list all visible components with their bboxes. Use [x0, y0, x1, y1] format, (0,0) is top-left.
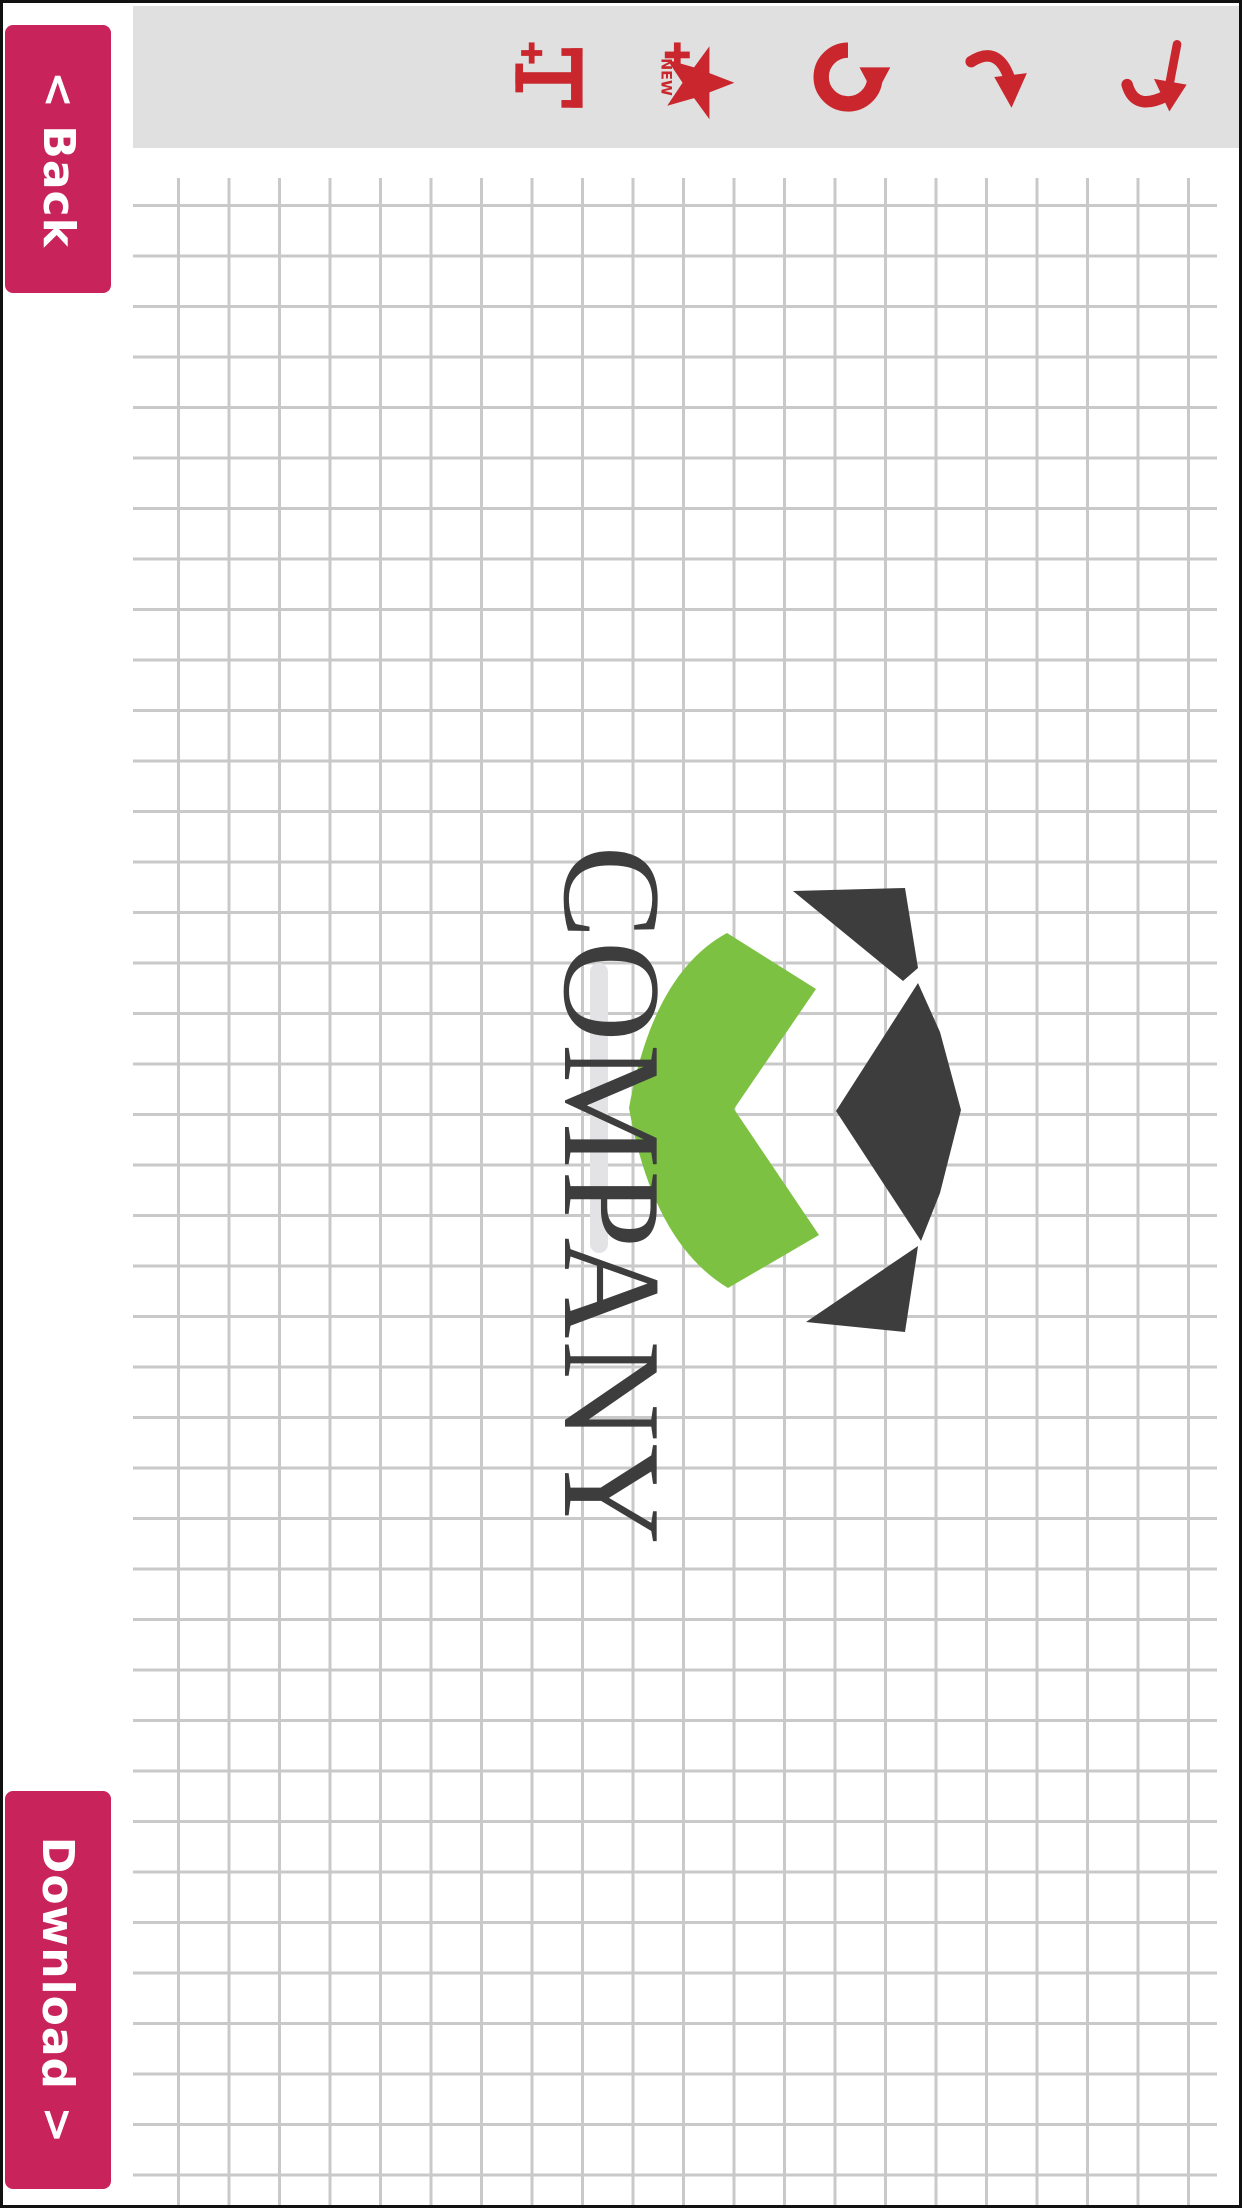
new-badge: NEW	[657, 58, 673, 96]
design-canvas[interactable]: COMPANY	[133, 148, 1239, 2205]
add-clipart-button[interactable]: NEW	[641, 22, 751, 132]
screen: < Back Download > NEW COMPANY	[0, 0, 1242, 2208]
download-button[interactable]: Download >	[5, 1791, 111, 2189]
add-clipart-icon: NEW	[657, 42, 735, 120]
rotate-button[interactable]	[793, 22, 903, 132]
toolbar: NEW	[133, 6, 1239, 148]
redo-button[interactable]	[945, 22, 1055, 132]
add-text-button[interactable]	[493, 22, 603, 132]
back-button[interactable]: < Back	[5, 25, 111, 293]
undo-button[interactable]	[1099, 22, 1209, 132]
rotate-icon	[813, 42, 891, 112]
side-nav: < Back Download >	[3, 3, 131, 2205]
canvas-edge	[1217, 148, 1239, 2205]
back-button-label: < Back	[32, 70, 84, 248]
redo-icon	[965, 50, 1027, 108]
undo-icon	[1121, 40, 1187, 112]
add-text-icon	[515, 42, 583, 108]
logo-text[interactable]: COMPANY	[534, 845, 689, 1546]
download-button-label: Download >	[32, 1836, 84, 2144]
